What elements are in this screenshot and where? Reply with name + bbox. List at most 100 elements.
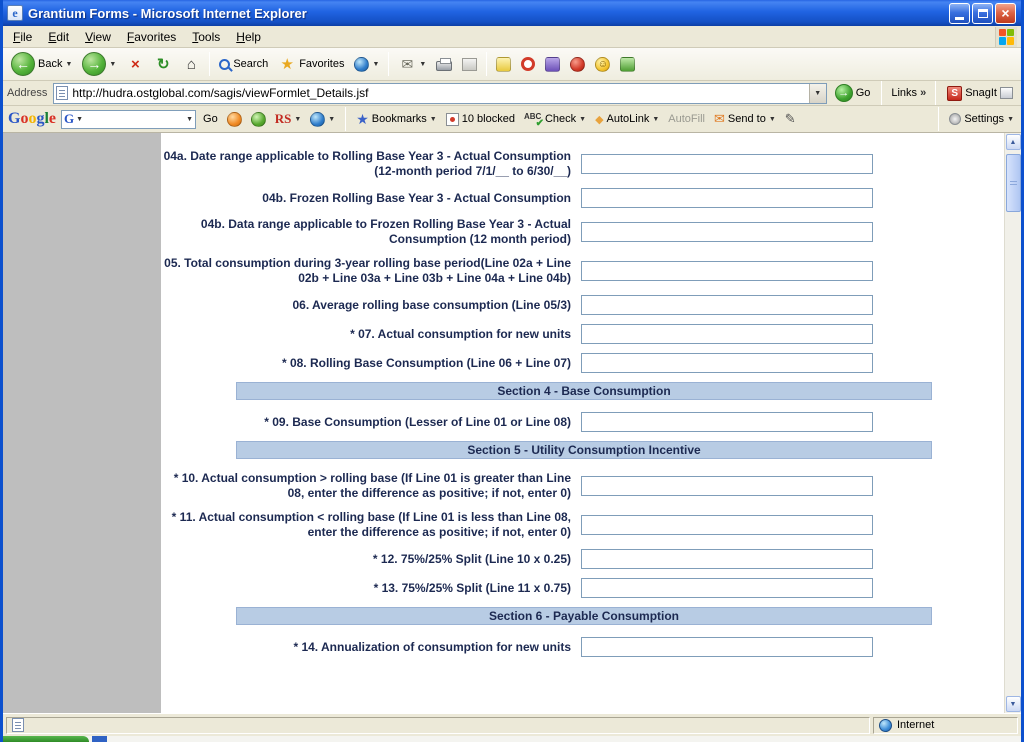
spellcheck-label: Check [545,113,576,125]
forward-button[interactable]: → ▼ [78,50,120,78]
menu-view[interactable]: View [77,27,119,47]
menu-help[interactable]: Help [228,27,269,47]
menu-file[interactable]: File [5,27,40,47]
scroll-down-button[interactable]: ▼ [1006,696,1021,712]
field-label-09: * 09. Base Consumption (Lesser of Line 0… [161,415,581,430]
search-label: Search [233,58,268,70]
spellcheck-button[interactable]: ABC ✔ Check ▼ [522,112,588,126]
bookmarks-button[interactable]: ★ Bookmarks ▼ [354,111,439,128]
internet-zone-icon [879,719,892,732]
google-site-button[interactable] [225,112,244,127]
scroll-up-button[interactable]: ▲ [1006,134,1021,150]
menu-favorites[interactable]: Favorites [119,27,184,47]
note-icon [496,57,511,72]
back-dropdown-icon[interactable]: ▼ [65,61,72,68]
input-12-split[interactable] [581,549,873,569]
autolink-button[interactable]: ◆ AutoLink ▼ [593,113,661,126]
home-icon: ⌂ [182,55,200,73]
favorites-star-icon: ★ [278,55,296,73]
messenger-icon [570,57,585,72]
minimize-button[interactable] [949,3,970,24]
google-search-dropdown-icon[interactable]: ▼ [186,116,193,123]
snagit-button[interactable]: S SnagIt [943,84,1017,103]
menu-edit[interactable]: Edit [40,27,77,47]
autolink-wand-icon: ◆ [595,113,603,126]
go-button[interactable]: → Go [831,82,875,104]
input-07-new-units[interactable] [581,324,873,344]
refresh-button[interactable]: ↻ [150,53,176,75]
input-04b-frozen[interactable] [581,188,873,208]
edit-button[interactable] [458,56,481,73]
scrollbar-thumb[interactable] [1006,154,1021,212]
field-label-14: * 14. Annualization of consumption for n… [161,640,581,655]
form-row-11: * 11. Actual consumption < rolling base … [161,510,1004,540]
address-field[interactable]: http://hudra.ostglobal.com/sagis/viewFor… [53,83,826,104]
stop-button[interactable]: × [122,53,148,75]
windows-logo-icon [995,27,1017,47]
search-button[interactable]: Search [215,56,272,72]
snagit-capture-button[interactable] [616,55,639,74]
section-6-header: Section 6 - Payable Consumption [236,607,932,625]
address-dropdown-button[interactable]: ▼ [809,84,826,103]
quick-launch-fragment[interactable] [92,736,107,742]
section-4-header: Section 4 - Base Consumption [236,382,932,400]
menu-tools[interactable]: Tools [184,27,228,47]
input-14-annualization[interactable] [581,637,873,657]
settings-icon [949,113,961,125]
input-13-split[interactable] [581,578,873,598]
mail-button[interactable]: ✉ ▼ [394,53,430,75]
favorites-button[interactable]: ★ Favorites [274,53,348,75]
rs-icon: RS [275,111,292,127]
notes-addon-button[interactable] [492,55,515,74]
smiley-addon-button[interactable]: ☺ [591,55,614,74]
field-label-04a: 04a. Date range applicable to Rolling Ba… [161,149,581,179]
input-10-greater-than[interactable] [581,476,873,496]
rs-button[interactable]: RS ▼ [273,111,304,127]
links-button[interactable]: Links » [889,87,928,99]
forward-icon: → [82,52,106,76]
google-go-button[interactable]: Go [201,113,220,125]
close-button[interactable]: × [995,3,1016,24]
print-button[interactable] [432,55,456,73]
input-04b-data-range[interactable] [581,222,873,242]
forward-dropdown-icon[interactable]: ▼ [109,61,116,68]
google-g-dropdown-icon[interactable]: ▼ [76,116,83,123]
input-11-less-than[interactable] [581,515,873,535]
popup-blocker-icon [446,113,459,126]
google-page-info-button[interactable]: ▼ [308,112,337,127]
maximize-button[interactable] [972,3,993,24]
form-row-05: 05. Total consumption during 3-year roll… [161,256,1004,286]
google-toolbar: Google G ▼ ▼ Go RS ▼ ▼ ★ Bookmarks ▼ 10 … [3,106,1021,133]
settings-dropdown-icon: ▼ [1007,116,1014,123]
input-09-base-consumption[interactable] [581,412,873,432]
start-button-fragment[interactable] [3,736,89,742]
smiley-icon: ☺ [595,57,610,72]
highlight-button[interactable]: ✎ [783,111,798,127]
research-addon-button[interactable] [541,55,564,74]
input-04a-date-range[interactable] [581,154,873,174]
back-button[interactable]: ← Back ▼ [7,50,76,78]
field-label-13: * 13. 75%/25% Split (Line 11 x 0.75) [161,581,581,596]
send-to-button[interactable]: ✉ Send to ▼ [712,111,778,127]
settings-button[interactable]: Settings ▼ [947,113,1016,125]
google-search-box[interactable]: G ▼ ▼ [61,110,196,129]
input-06-average[interactable] [581,295,873,315]
snagit-arrows-icon [620,57,635,72]
addressbar-separator [935,81,936,105]
messenger-button[interactable] [566,55,589,74]
zone-label: Internet [897,719,934,731]
maximize-icon [978,9,988,18]
google-pagerank-button[interactable] [249,112,268,127]
autolink-label: AutoLink [607,113,650,125]
pagerank-icon [251,112,266,127]
media-button[interactable]: ▼ [350,55,383,74]
address-url[interactable]: http://hudra.ostglobal.com/sagis/viewFor… [68,86,808,100]
home-button[interactable]: ⌂ [178,53,204,75]
vertical-scrollbar[interactable]: ▲ ▼ [1004,133,1021,713]
input-08-rolling-base[interactable] [581,353,873,373]
popup-blocker-button[interactable]: 10 blocked [444,113,517,126]
target-addon-button[interactable] [517,55,539,73]
send-to-label: Send to [728,113,766,125]
compass-icon [227,112,242,127]
input-05-total-consumption[interactable] [581,261,873,281]
